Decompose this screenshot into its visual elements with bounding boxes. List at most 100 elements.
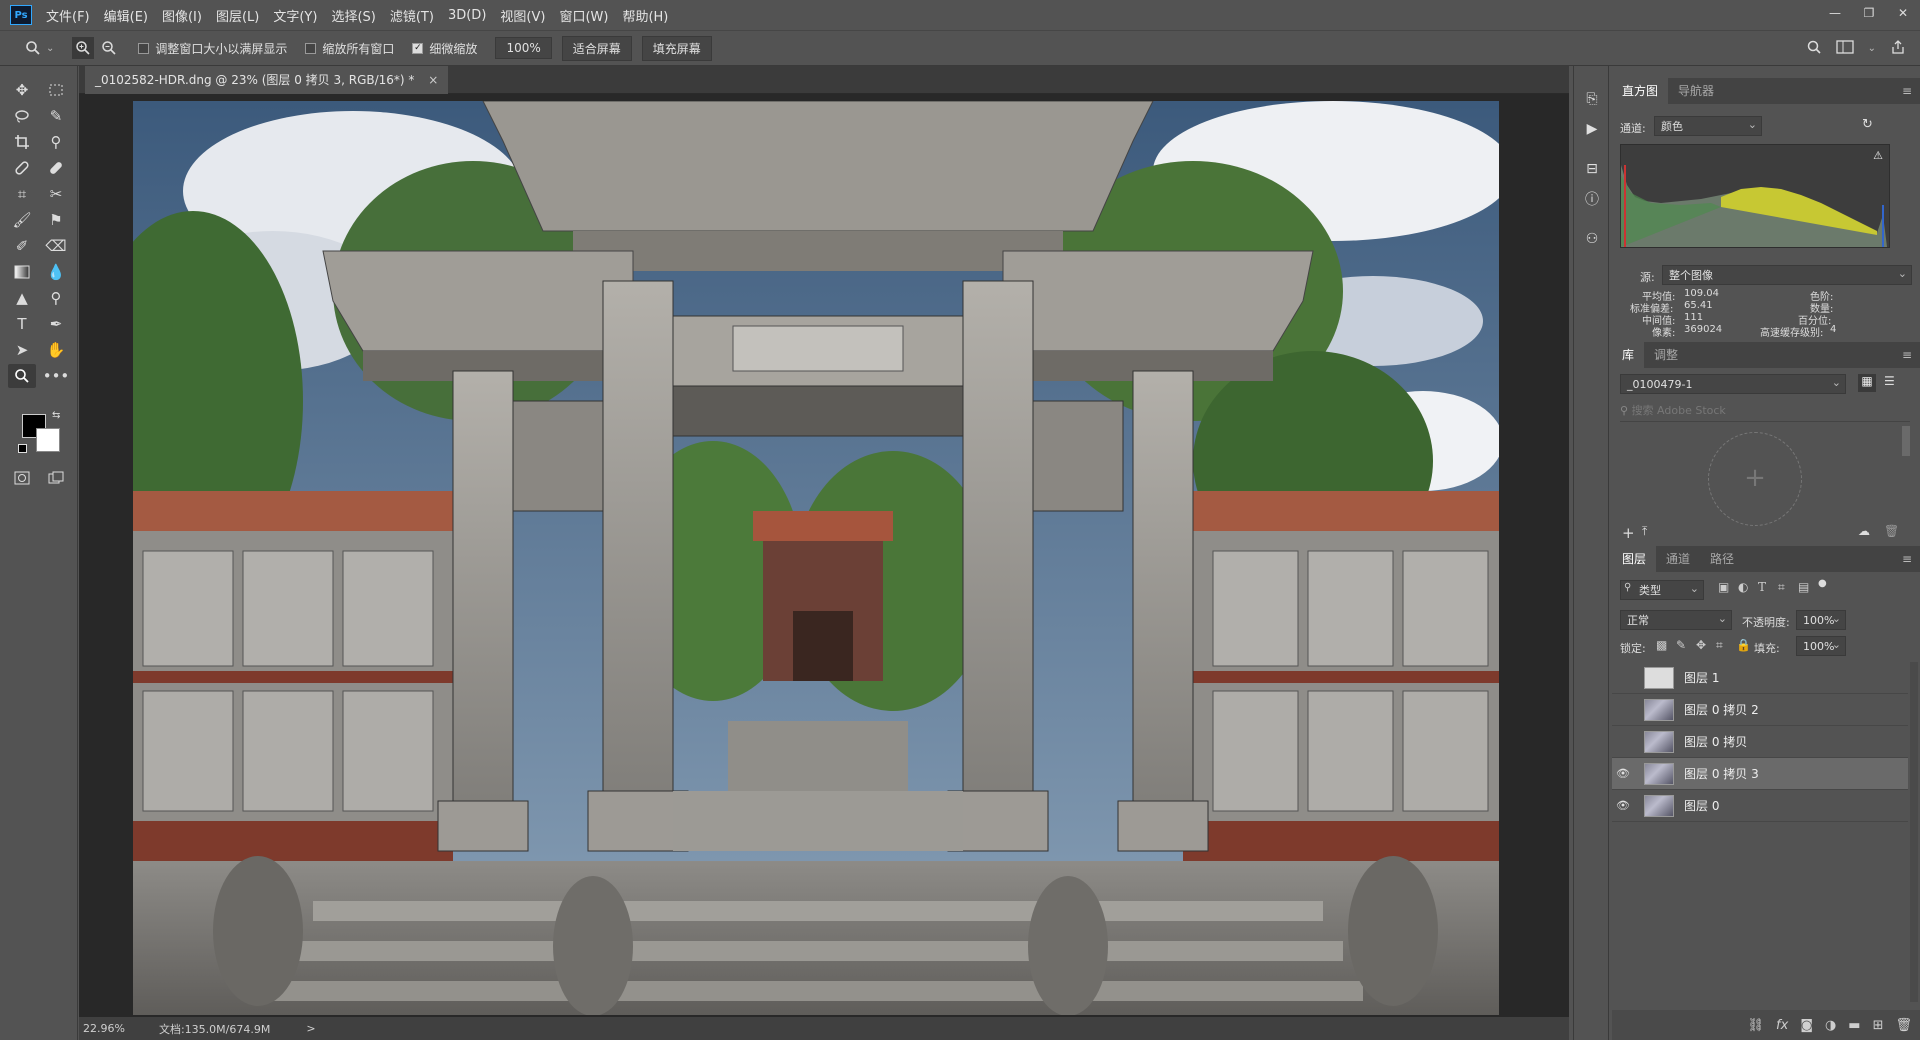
menu-filter[interactable]: 滤镜(T) [390,6,434,25]
crop-icon[interactable] [8,130,36,154]
cloud-sync-icon[interactable]: ☁ [1858,524,1870,538]
sharpen-icon[interactable]: ▲ [8,286,36,310]
tab-library[interactable]: 库 [1612,342,1645,368]
menu-layer[interactable]: 图层(L) [216,6,259,25]
status-menu-arrow[interactable]: > [306,1022,315,1035]
healing-icon[interactable] [8,156,36,180]
zoom-icon[interactable] [22,37,44,59]
upload-icon[interactable]: ⤒ [1642,524,1647,539]
path-select-icon[interactable]: ➤ [8,338,36,362]
default-colors-icon[interactable] [18,444,27,453]
tab-channels[interactable]: 通道 [1656,546,1700,572]
filter-adjustment-icon[interactable]: ◐ [1738,580,1748,594]
eye-icon[interactable]: 👁 [1612,767,1634,780]
document-tab[interactable]: _0102582-HDR.dng @ 23% (图层 0 拷贝 3, RGB/1… [85,66,449,94]
lock-position-icon[interactable]: ✥ [1696,638,1706,652]
histogram-menu-icon[interactable]: ≡ [1902,84,1912,98]
menu-file[interactable]: 文件(F) [46,6,90,25]
history-brush-icon[interactable]: ✐ [8,234,36,258]
fill-field[interactable]: 100% [1796,636,1846,656]
fit-screen-button[interactable]: 适合屏幕 [561,35,632,61]
properties-icon[interactable]: ⊟ [1580,158,1604,180]
library-scrollbar[interactable] [1902,426,1910,456]
zoom-all-checkbox[interactable]: 缩放所有窗口 [305,40,394,57]
minimize-button[interactable]: — [1818,0,1852,30]
filter-smart-object-icon[interactable]: ▤ [1798,580,1809,594]
folder-icon[interactable]: ▬ [1848,1018,1860,1033]
library-select[interactable]: _0100479-1 [1620,374,1846,394]
tool-preset-chevron-icon[interactable]: ⌄ [46,43,54,54]
dodge-icon[interactable]: ⚲ [42,286,70,310]
close-button[interactable]: ✕ [1886,0,1920,30]
refresh-icon[interactable]: ↻ [1862,117,1873,132]
menu-window[interactable]: 窗口(W) [559,6,608,25]
filter-type-icon[interactable]: T [1758,580,1766,594]
quick-select-icon[interactable]: ✎ [42,104,70,128]
restore-button[interactable]: ❐ [1852,0,1886,30]
adjustment-icon[interactable]: ◑ [1825,1018,1836,1033]
gradient-icon[interactable] [8,260,36,284]
layer-row-selected[interactable]: 👁 图层 0 拷贝 3 [1612,758,1908,790]
tab-histogram[interactable]: 直方图 [1612,78,1669,104]
layer-filter-select[interactable]: 类型 [1620,580,1704,600]
blur-icon[interactable]: 💧 [42,260,70,284]
close-tab-icon[interactable]: × [428,73,438,87]
fill-screen-button[interactable]: 填充屏幕 [641,35,712,61]
search-icon[interactable] [1806,39,1822,58]
layers-menu-icon[interactable]: ≡ [1902,552,1912,566]
layer-row[interactable]: 图层 0 拷贝 [1612,726,1908,758]
more-icon[interactable]: ••• [42,364,70,388]
eraser-icon[interactable]: ⌫ [42,234,70,258]
filter-pixel-icon[interactable]: ▣ [1718,580,1729,594]
pen-icon[interactable]: ✒ [42,312,70,336]
opacity-field[interactable]: 100% [1796,610,1846,630]
library-trash-icon[interactable]: 🗑 [1884,524,1899,538]
hand-icon[interactable]: ✋ [42,338,70,362]
fx-icon[interactable]: fx [1776,1018,1788,1033]
background-color-swatch[interactable] [36,428,60,452]
mask-icon[interactable]: ◙ [1800,1018,1813,1033]
warning-icon[interactable]: ⚠ [1873,149,1883,162]
clone-source-icon[interactable]: ⚇ [1580,228,1604,250]
eye-icon[interactable]: 👁 [1612,799,1634,812]
move-icon[interactable]: ✥ [8,78,36,102]
tab-adjustments[interactable]: 调整 [1644,342,1688,368]
library-menu-icon[interactable]: ≡ [1902,348,1912,362]
layer-row[interactable]: 图层 0 拷贝 2 [1612,694,1908,726]
scrubby-zoom-checkbox[interactable]: ✓ 细微缩放 [412,40,477,57]
menu-select[interactable]: 选择(S) [331,6,375,25]
scissors-icon[interactable]: ✂ [42,182,70,206]
tab-navigator[interactable]: 导航器 [1668,78,1724,104]
link-icon[interactable]: ⛓ [1748,1018,1765,1033]
add-item-icon[interactable]: + [1622,524,1635,542]
stock-search-field[interactable]: ⚲ 搜索 Adobe Stock [1620,402,1910,422]
filter-toggle-icon[interactable]: ● [1818,578,1827,589]
tab-layers[interactable]: 图层 [1612,546,1657,572]
trash-icon[interactable]: 🗑 [1895,1018,1912,1033]
menu-view[interactable]: 视图(V) [500,6,545,25]
share-icon[interactable] [1890,39,1906,58]
zoom-in-icon[interactable] [72,37,95,59]
workspace-chevron-icon[interactable]: ⌄ [1868,43,1876,54]
eyedropper-icon[interactable]: ⚲ [42,130,70,154]
lasso-icon[interactable] [8,104,36,128]
filter-shape-icon[interactable]: ⌗ [1778,580,1785,595]
frame-icon[interactable]: ⌗ [8,182,36,206]
screen-mode-icon[interactable] [42,466,70,490]
patch-icon[interactable] [42,156,70,180]
app-logo[interactable]: Ps [10,5,32,25]
blend-mode-select[interactable]: 正常 [1620,610,1732,630]
menu-help[interactable]: 帮助(H) [622,6,668,25]
zoom-level[interactable]: 22.96% [83,1022,125,1035]
image-canvas[interactable] [133,101,1499,1015]
play-icon[interactable]: ▶ [1580,118,1604,140]
menu-edit[interactable]: 编辑(E) [104,6,148,25]
zoom-value-field[interactable]: 100% [495,37,552,59]
layers-scrollbar[interactable] [1910,662,1918,1002]
channel-select[interactable]: 颜色 [1654,116,1762,136]
type-icon[interactable]: T [8,312,36,336]
zoom-tool-icon[interactable] [8,364,36,388]
menu-image[interactable]: 图像(I) [162,6,202,25]
layer-row[interactable]: 👁 图层 0 [1612,790,1908,822]
info-icon[interactable]: ⓘ [1580,188,1604,210]
